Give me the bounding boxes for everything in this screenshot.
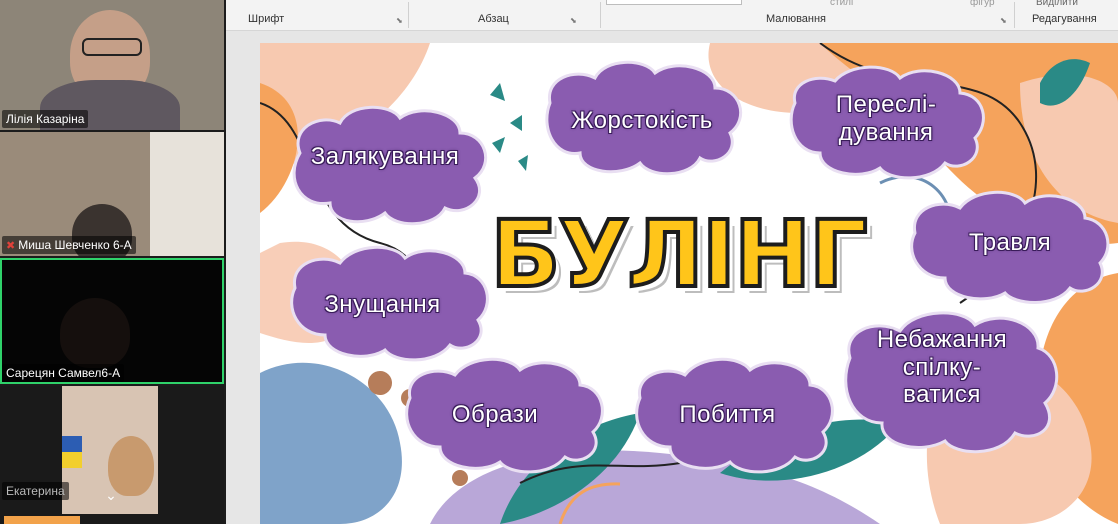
ribbon-separator: [408, 2, 409, 28]
ribbon-group-editing: Редагування: [1032, 13, 1097, 25]
cloud-label[interactable]: Переслі- дування: [796, 91, 976, 146]
ribbon-group-font: Шрифт: [248, 13, 285, 25]
select-button[interactable]: Виділити: [1036, 0, 1078, 8]
participant-video: [60, 298, 130, 368]
canvas-gutter: [226, 31, 260, 524]
cloud-label[interactable]: Жорстокість: [542, 107, 742, 135]
participant-name-label: Екатерина: [2, 482, 69, 500]
window-background: [150, 132, 224, 256]
ribbon-separator: [1014, 2, 1015, 28]
ribbon-separator: [600, 2, 601, 28]
glasses-shape: [82, 38, 142, 56]
cloud-label[interactable]: Небажання спілку- ватися: [852, 326, 1032, 409]
cloud-label[interactable]: Знущання: [290, 291, 475, 319]
cloud-label[interactable]: Залякування: [290, 143, 480, 171]
shape-fill-label[interactable]: фігур: [970, 0, 995, 8]
quick-styles-label[interactable]: стилі: [830, 0, 853, 8]
ribbon-group-drawing: Малювання: [766, 13, 827, 25]
ribbon-group-paragraph: Абзац: [478, 13, 509, 25]
participant-name-label: ✖ Миша Шевченко 6-А: [2, 236, 136, 254]
flag-shape: [62, 452, 82, 468]
mic-off-icon: ✖: [6, 240, 16, 252]
slide-title[interactable]: БУЛІНГ: [478, 195, 878, 315]
dialog-launcher-icon[interactable]: ⬊: [570, 16, 577, 25]
dialog-launcher-icon[interactable]: ⬊: [396, 16, 403, 25]
participant-tile-active-speaker[interactable]: Сарецян Самвел6-А: [0, 258, 224, 384]
cloud-label[interactable]: Травля: [920, 229, 1100, 257]
shape-gallery[interactable]: [606, 0, 742, 5]
participant-tile[interactable]: [0, 514, 224, 524]
cloud-label[interactable]: Побиття: [640, 401, 815, 429]
participant-tile[interactable]: Лілія Казаріна: [0, 0, 224, 130]
video-participants-panel: Лілія Казаріна ✖ Миша Шевченко 6-А Сареця…: [0, 0, 226, 524]
dialog-launcher-icon[interactable]: ⬊: [1000, 16, 1007, 25]
participant-name-label: Сарецян Самвел6-А: [2, 364, 125, 382]
chevron-down-icon[interactable]: ⌄: [100, 486, 122, 504]
ribbon-toolbar: Шрифт ⬊ Абзац ⬊ стилі фігур Малювання ⬊ …: [226, 0, 1118, 31]
participant-name-label: Лілія Казаріна: [2, 110, 89, 128]
cloud-label[interactable]: Образи: [410, 401, 580, 429]
participant-tile[interactable]: ✖ Миша Шевченко 6-А: [0, 132, 224, 256]
participant-video: [4, 516, 80, 524]
flag-shape: [62, 436, 82, 452]
slide[interactable]: БУЛІНГ Залякування Жорстокість Переслі- …: [260, 43, 1118, 524]
